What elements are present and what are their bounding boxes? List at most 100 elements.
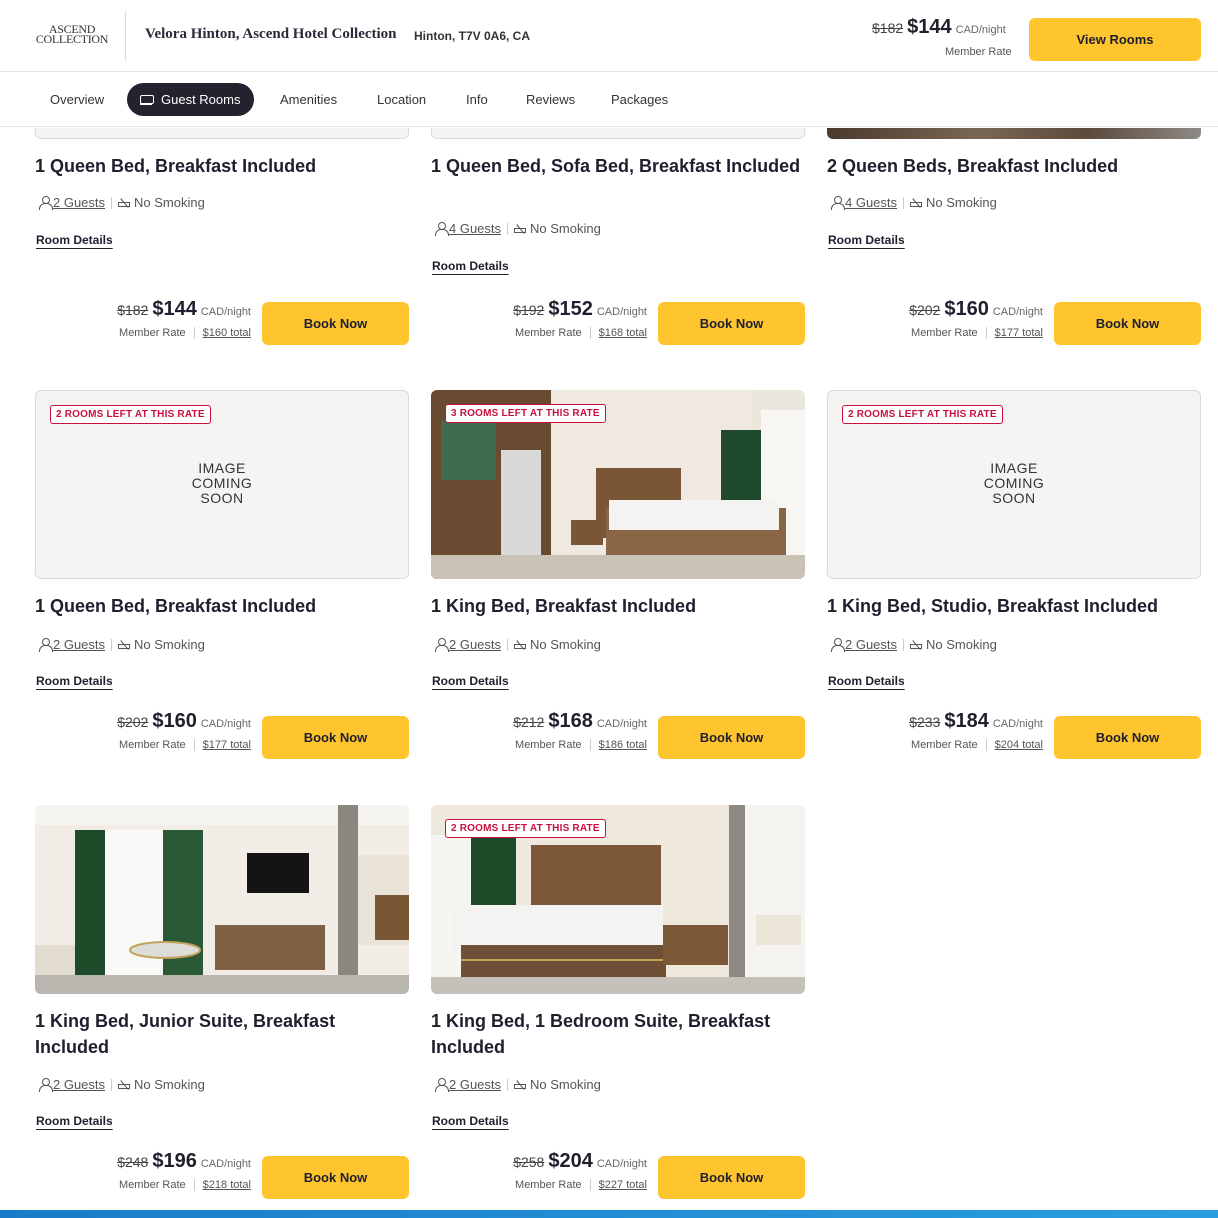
price-unit: CAD/night: [955, 24, 1006, 36]
member-rate-label: Member Rate: [119, 327, 186, 339]
guests-link[interactable]: 2 Guests: [449, 637, 501, 652]
was-price: $192: [513, 302, 545, 318]
room-image[interactable]: [431, 128, 805, 139]
room-title: 1 Queen Bed, Sofa Bed, Breakfast Include…: [431, 156, 801, 176]
ascend-collection-logo[interactable]: ASCEND COLLECTION: [34, 23, 110, 45]
rooms-left-badge: 2 ROOMS LEFT AT THIS RATE: [445, 819, 606, 838]
total-price-link[interactable]: $168 total: [599, 327, 647, 339]
room-title: 1 King Bed, Breakfast Included: [431, 596, 697, 616]
view-rooms-button[interactable]: View Rooms: [1029, 18, 1201, 61]
price-unit: CAD/night: [992, 306, 1043, 318]
guests-link[interactable]: 4 Guests: [449, 221, 501, 236]
tab-guest-rooms[interactable]: Guest Rooms: [127, 83, 255, 116]
total-price-link[interactable]: $186 total: [599, 739, 647, 751]
no-smoking-icon: [514, 1079, 527, 1090]
room-image[interactable]: 2 ROOMS LEFT AT THIS RATE IMAGE COMING SOO…: [827, 390, 1201, 579]
room-image[interactable]: [35, 805, 409, 994]
guests-link[interactable]: 2 Guests: [53, 1077, 105, 1092]
room-details-link[interactable]: Room Details: [432, 259, 509, 273]
price-unit: CAD/night: [596, 1158, 647, 1170]
was-price: $248: [117, 1154, 149, 1170]
room-title: 2 Queen Beds, Breakfast Included: [827, 156, 1119, 176]
tab-amenities[interactable]: Amenities: [280, 83, 337, 116]
was-price: $233: [909, 714, 941, 730]
current-price: $152: [548, 298, 593, 320]
book-now-button[interactable]: Book Now: [1054, 716, 1201, 759]
room-price: $248 $196 CAD/night Member Rate $218 tot…: [93, 1150, 251, 1191]
rooms-left-badge: 2 ROOMS LEFT AT THIS RATE: [842, 405, 1003, 424]
room-image[interactable]: 2 ROOMS LEFT AT THIS RATE: [431, 805, 805, 994]
guests-link[interactable]: 4 Guests: [845, 195, 897, 210]
price-divider: [193, 739, 195, 751]
meta-divider: [111, 196, 113, 209]
room-image[interactable]: 2 ROOMS LEFT AT THIS RATE IMAGE COMING SOO…: [35, 390, 409, 579]
total-price-link[interactable]: $177 total: [995, 327, 1043, 339]
member-rate-label: Member Rate: [515, 1179, 582, 1191]
room-image[interactable]: 3 ROOMS LEFT AT THIS RATE: [431, 390, 805, 579]
meta-divider: [507, 638, 509, 651]
book-now-button[interactable]: Book Now: [1054, 302, 1201, 345]
room-title: 1 Queen Bed, Breakfast Included: [35, 596, 317, 616]
member-rate-label: Member Rate: [911, 739, 978, 751]
guests-link[interactable]: 2 Guests: [53, 637, 105, 652]
guests-link[interactable]: 2 Guests: [53, 195, 105, 210]
room-details-link[interactable]: Room Details: [432, 674, 509, 688]
price-unit: CAD/night: [992, 718, 1043, 730]
hotel-location: Hinton, T7V 0A6, CA: [414, 29, 531, 43]
person-icon: [435, 222, 449, 236]
book-now-button[interactable]: Book Now: [658, 716, 805, 759]
rooms-left-badge: 3 ROOMS LEFT AT THIS RATE: [445, 404, 606, 423]
book-now-button[interactable]: Book Now: [262, 1156, 409, 1199]
room-image[interactable]: [827, 128, 1201, 139]
total-price-link[interactable]: $160 total: [203, 327, 251, 339]
person-icon: [831, 638, 845, 652]
book-now-button[interactable]: Book Now: [658, 302, 805, 345]
image-coming-soon-text: IMAGE COMING SOON: [983, 460, 1045, 506]
tab-overview[interactable]: Overview: [50, 83, 104, 116]
total-price-link[interactable]: $227 total: [599, 1179, 647, 1191]
header-price: $182 $144 CAD/night: [872, 16, 1016, 39]
person-icon: [39, 638, 53, 652]
room-price: $202 $160 CAD/night Member Rate $177 tot…: [93, 710, 251, 751]
tab-packages[interactable]: Packages: [611, 83, 668, 116]
room-details-link[interactable]: Room Details: [828, 674, 905, 688]
no-smoking-label: No Smoking: [926, 637, 997, 652]
logo-divider: [125, 11, 126, 61]
no-smoking-icon: [118, 197, 131, 208]
price-divider: [193, 1179, 195, 1191]
meta-divider: [507, 1078, 509, 1091]
price-divider: [589, 327, 591, 339]
total-price-link[interactable]: $218 total: [203, 1179, 251, 1191]
total-price-link[interactable]: $177 total: [203, 739, 251, 751]
was-price: $182: [872, 20, 904, 36]
tab-reviews[interactable]: Reviews: [526, 83, 575, 116]
room-details-link[interactable]: Room Details: [36, 674, 113, 688]
meta-divider: [507, 222, 509, 235]
room-meta: 2 Guests No Smoking: [39, 195, 205, 210]
room-details-link[interactable]: Room Details: [36, 233, 113, 247]
guests-link[interactable]: 2 Guests: [449, 1077, 501, 1092]
person-icon: [39, 196, 53, 210]
member-rate-label: Member Rate: [515, 327, 582, 339]
was-price: $258: [513, 1154, 545, 1170]
room-image[interactable]: [35, 128, 409, 139]
tab-location[interactable]: Location: [377, 83, 426, 116]
book-now-button[interactable]: Book Now: [262, 302, 409, 345]
no-smoking-label: No Smoking: [134, 637, 205, 652]
was-price: $202: [909, 302, 941, 318]
current-price: $184: [944, 710, 989, 732]
room-details-link[interactable]: Room Details: [432, 1114, 509, 1128]
current-price: $160: [944, 298, 989, 320]
total-price-link[interactable]: $204 total: [995, 739, 1043, 751]
price-unit: CAD/night: [596, 718, 647, 730]
room-details-link[interactable]: Room Details: [36, 1114, 113, 1128]
room-details-link[interactable]: Room Details: [828, 233, 905, 247]
no-smoking-label: No Smoking: [530, 637, 601, 652]
book-now-button[interactable]: Book Now: [262, 716, 409, 759]
tab-info[interactable]: Info: [466, 83, 488, 116]
price-unit: CAD/night: [596, 306, 647, 318]
no-smoking-icon: [514, 223, 527, 234]
guests-link[interactable]: 2 Guests: [845, 637, 897, 652]
book-now-button[interactable]: Book Now: [658, 1156, 805, 1199]
price-unit: CAD/night: [200, 718, 251, 730]
